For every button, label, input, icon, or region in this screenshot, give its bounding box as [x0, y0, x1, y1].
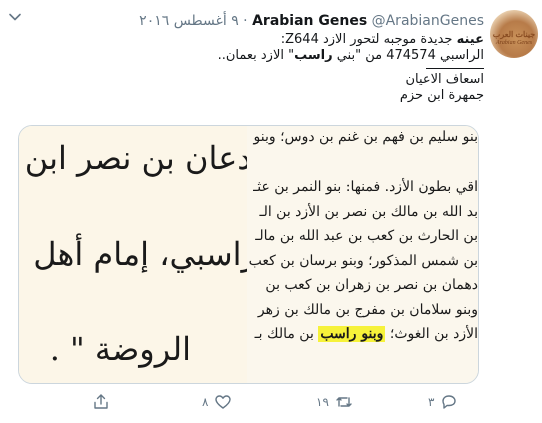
tweet-text-line-2-post: " الازد بعمان.. — [217, 48, 295, 63]
tweet-text-bold-word-2: راسب — [294, 48, 333, 63]
tweet-image[interactable]: يدعان بن نصر ابن راسبي، إمام أهل الروضة … — [18, 125, 479, 384]
tweet-text-line-2-pre: الراسبي 474574 من "بني — [332, 48, 484, 63]
page-line: يدعان بن نصر ابن — [24, 139, 247, 177]
retweet-button[interactable]: ١٩ — [316, 392, 353, 412]
page-line: بد الله بن مالك بن نصر بن الأزد بن الـ — [259, 204, 478, 220]
avatar-logo-subtext: Arabian Genes — [495, 40, 533, 46]
tweet-card[interactable]: جينات العرب Arabian Genes Arabian Genes … — [0, 0, 542, 423]
page-line: اقي بطون الأزد. فمنها: بنو النمر بن عثـ — [253, 179, 478, 195]
heart-icon — [215, 395, 232, 409]
tweet-actions: ٨ ١٩ ٣ — [0, 392, 542, 416]
author-handle[interactable]: @ArabianGenes — [372, 13, 484, 29]
like-button[interactable]: ٨ — [202, 392, 232, 412]
page-line: بن شمس المذكور؛ وبنو برسان بن كعب — [248, 253, 478, 269]
retweet-count: ١٩ — [316, 395, 329, 409]
page-line: وبنو سلامان بن مفرج بن مالك بن زهر — [257, 302, 478, 318]
book-page-left: يدعان بن نصر ابن راسبي، إمام أهل الروضة … — [19, 126, 247, 383]
divider — [426, 68, 484, 69]
tweet-text-line-1-rest: جديدة موجبه لتحور الازد Z644: — [280, 32, 453, 47]
tweet-text-line-4: جمهرة ابن حزم — [399, 88, 484, 103]
like-count: ٨ — [202, 395, 209, 409]
tweet-header: Arabian Genes @ArabianGenes · ٩ أغسطس ٢٠… — [139, 12, 484, 30]
avatar-logo-text: جينات العرب — [492, 30, 536, 39]
tweet-text-line-1: عينه جديدة موجبه لتحور الازد Z644: — [14, 32, 484, 48]
share-button[interactable] — [92, 392, 110, 412]
page-line-text: الأزد بن الغوث؛ — [389, 326, 478, 342]
tweet-text-line-3: اسعاف الاعيان — [405, 72, 484, 87]
page-line: راسبي، إمام أهل — [33, 235, 247, 273]
chevron-down-icon[interactable] — [8, 10, 22, 24]
page-line: بن الحارث بن كعب بن عبد الله بن مالـ — [255, 228, 478, 244]
reply-button[interactable]: ٣ — [428, 392, 458, 412]
reply-count: ٣ — [428, 395, 435, 409]
tweet-text: عينه جديدة موجبه لتحور الازد Z644: الراس… — [14, 32, 484, 104]
avatar[interactable]: جينات العرب Arabian Genes — [490, 10, 538, 58]
book-page-right: بنو سليم بن فهم بن غنم بن دوس؛ وبنو اقي … — [247, 126, 478, 383]
highlighted-phrase: وبنو راسب — [318, 326, 386, 342]
page-line-highlighted: الأزد بن الغوث؛ وبنو راسب بن مالك بـ — [255, 325, 478, 343]
retweet-icon — [336, 397, 352, 407]
page-line: بنو سليم بن فهم بن غنم بن دوس؛ وبنو — [253, 129, 479, 145]
page-line: دهمان بن نصر بن زهران بن كعب بن — [265, 277, 478, 293]
tweet-text-line-2: الراسبي 474574 من "بني راسب" الازد بعمان… — [14, 48, 484, 64]
reply-icon — [442, 395, 457, 409]
page-line-text: بن مالك بـ — [254, 326, 314, 342]
page-line: الروضة " . — [49, 330, 191, 368]
separator-dot: · — [243, 13, 248, 29]
tweet-text-bold-word: عينه — [456, 32, 484, 47]
share-icon — [94, 394, 108, 409]
author-name[interactable]: Arabian Genes — [252, 13, 367, 29]
tweet-date[interactable]: ٩ أغسطس ٢٠١٦ — [139, 13, 239, 29]
